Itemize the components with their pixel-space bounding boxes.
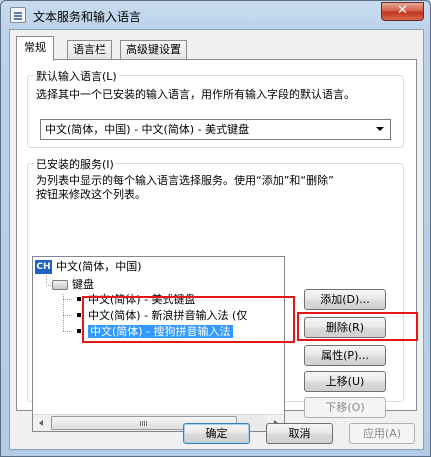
move-down-button[interactable]: 下移(O)	[304, 397, 386, 418]
dialog-client: 常规 语言栏 高级键设置 默认输入语言(L) 选择其中一个已安装的输入语言，用作…	[9, 29, 424, 450]
language-badge: CH	[35, 260, 52, 274]
default-language-select-value: 中文(简体，中国) - 中文(简体) - 美式键盘	[45, 123, 250, 136]
cancel-button[interactable]: 取消	[266, 423, 333, 444]
app-icon	[10, 7, 26, 23]
grip-icon	[140, 421, 147, 426]
tree-connector	[63, 299, 72, 300]
highlight-box-remove-button	[297, 312, 418, 341]
bullet-icon	[77, 313, 81, 317]
tree-connector	[63, 331, 72, 332]
installed-services-group-title: 已安装的服务(I)	[34, 156, 116, 172]
bullet-icon	[77, 297, 81, 301]
highlight-box-selected-service	[82, 296, 295, 343]
default-language-group: 默认输入语言(L) 选择其中一个已安装的输入语言，用作所有输入字段的默认语言。 …	[27, 68, 404, 148]
installed-services-tree[interactable]: CH 中文(简体，中国) 键盘 中文(简体) - 美式键盘 中文(简体) - 新浪…	[32, 256, 285, 432]
installed-services-description-2: 按钮来修改这个列表。	[36, 188, 146, 201]
scroll-left-icon[interactable]	[33, 415, 50, 431]
window-title: 文本服务和输入语言	[33, 10, 142, 24]
tree-item-keyboard[interactable]: 键盘	[52, 277, 94, 293]
default-language-select[interactable]: 中文(简体，中国) - 中文(简体) - 美式键盘	[40, 119, 391, 140]
tab-page-general: 默认输入语言(L) 选择其中一个已安装的输入语言，用作所有输入字段的默认语言。 …	[16, 59, 418, 432]
bullet-icon	[77, 329, 81, 333]
ok-button[interactable]: 确定	[183, 423, 250, 444]
chevron-down-icon[interactable]	[376, 127, 384, 131]
tab-language-bar[interactable]: 语言栏	[67, 40, 112, 60]
tab-advanced-key-settings[interactable]: 高级键设置	[120, 40, 187, 60]
tree-connector	[63, 315, 72, 316]
tree-item-language[interactable]: CH 中文(简体，中国)	[35, 259, 142, 275]
title-bar[interactable]: 文本服务和输入语言 ✕	[1, 1, 430, 29]
dialog-window: 文本服务和输入语言 ✕ 常规 语言栏 高级键设置 默认输入语言(L) 选择其中一…	[0, 0, 431, 457]
properties-button[interactable]: 属性(P)...	[304, 345, 386, 366]
tree-item-keyboard-label: 键盘	[72, 278, 94, 291]
keyboard-icon	[52, 280, 68, 290]
apply-button[interactable]: 应用(A)	[349, 423, 415, 444]
tree-item-language-label: 中文(简体，中国)	[56, 260, 142, 273]
default-language-description: 选择其中一个已安装的输入语言，用作所有输入字段的默认语言。	[36, 88, 355, 101]
default-language-group-title: 默认输入语言(L)	[34, 68, 119, 84]
add-button[interactable]: 添加(D)...	[304, 289, 386, 310]
tab-general[interactable]: 常规	[16, 36, 54, 61]
move-up-button[interactable]: 上移(U)	[304, 371, 386, 392]
close-button[interactable]: ✕	[381, 2, 424, 21]
